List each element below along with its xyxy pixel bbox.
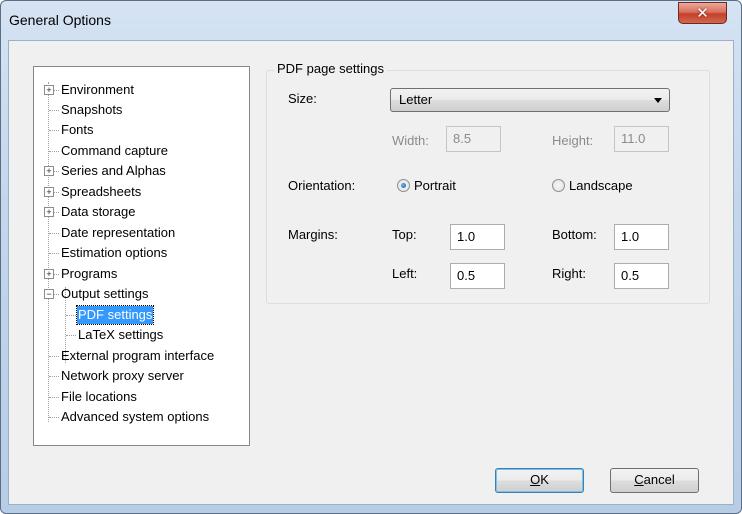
width-label: Width: bbox=[392, 133, 429, 148]
tree-connector-line bbox=[66, 335, 76, 336]
portrait-radio[interactable] bbox=[397, 179, 410, 192]
top-margin-label: Top: bbox=[392, 227, 417, 242]
tree-item-fonts[interactable]: Fonts bbox=[61, 121, 94, 139]
tree-item-date-representation[interactable]: Date representation bbox=[61, 224, 175, 242]
dialog-window: General Options ✕ + + + + + − Environmen… bbox=[0, 0, 742, 514]
height-label: Height: bbox=[552, 133, 594, 148]
ok-button[interactable]: OK bbox=[495, 468, 584, 493]
expand-icon[interactable]: + bbox=[44, 269, 54, 279]
tree-item-series-and-alphas[interactable]: Series and Alphas bbox=[61, 162, 166, 180]
expand-icon[interactable]: + bbox=[44, 187, 54, 197]
tree-item-data-storage[interactable]: Data storage bbox=[61, 203, 135, 221]
close-icon: ✕ bbox=[696, 4, 709, 22]
window-title: General Options bbox=[9, 12, 111, 28]
tree-item-output-settings[interactable]: Output settings bbox=[61, 285, 148, 303]
dialog-client-area: + + + + + − Environment Snapshots Fonts … bbox=[8, 40, 734, 505]
expand-icon[interactable]: + bbox=[44, 207, 54, 217]
tree-connector-line bbox=[49, 253, 59, 254]
tree-connector-line bbox=[49, 130, 59, 131]
tree-connector-line bbox=[49, 397, 59, 398]
cancel-label: ancel bbox=[643, 472, 675, 487]
tree-connector-line bbox=[49, 376, 59, 377]
left-margin-field[interactable]: 0.5 bbox=[450, 263, 505, 289]
collapse-icon[interactable]: − bbox=[44, 289, 54, 299]
bottom-margin-label: Bottom: bbox=[552, 227, 597, 242]
tree-item-file-locations[interactable]: File locations bbox=[61, 388, 137, 406]
options-tree[interactable]: + + + + + − Environment Snapshots Fonts … bbox=[33, 66, 250, 446]
right-margin-field[interactable]: 0.5 bbox=[614, 263, 669, 289]
tree-item-environment[interactable]: Environment bbox=[61, 81, 134, 99]
left-margin-label: Left: bbox=[392, 266, 418, 281]
orientation-label: Orientation: bbox=[288, 178, 356, 193]
size-label: Size: bbox=[288, 91, 317, 106]
cancel-mnemonic: C bbox=[634, 472, 644, 487]
tree-item-programs[interactable]: Programs bbox=[61, 265, 117, 283]
portrait-label[interactable]: Portrait bbox=[414, 178, 456, 193]
tree-connector-line bbox=[49, 417, 59, 418]
tree-item-latex-settings[interactable]: LaTeX settings bbox=[78, 326, 163, 344]
chevron-down-icon bbox=[654, 98, 662, 103]
tree-connector-line bbox=[49, 151, 59, 152]
tree-item-pdf-settings[interactable]: PDF settings bbox=[75, 305, 155, 325]
page-size-dropdown[interactable]: Letter bbox=[390, 88, 670, 112]
tree-connector-line bbox=[49, 233, 59, 234]
tree-item-network-proxy-server[interactable]: Network proxy server bbox=[61, 367, 184, 385]
tree-item-spreadsheets[interactable]: Spreadsheets bbox=[61, 183, 141, 201]
right-margin-label: Right: bbox=[552, 266, 586, 281]
width-field[interactable]: 8.5 bbox=[446, 126, 501, 152]
landscape-radio[interactable] bbox=[552, 179, 565, 192]
title-bar[interactable]: General Options ✕ bbox=[1, 1, 741, 41]
group-title: PDF page settings bbox=[274, 61, 387, 76]
tree-item-advanced-system-options[interactable]: Advanced system options bbox=[61, 408, 209, 426]
page-size-value: Letter bbox=[399, 92, 433, 107]
tree-item-estimation-options[interactable]: Estimation options bbox=[61, 244, 167, 262]
tree-connector-line bbox=[49, 110, 59, 111]
tree-item-command-capture[interactable]: Command capture bbox=[61, 142, 168, 160]
bottom-margin-field[interactable]: 1.0 bbox=[614, 224, 669, 250]
tree-connector-line bbox=[66, 315, 76, 316]
cancel-button[interactable]: Cancel bbox=[610, 468, 699, 493]
tree-connector-line bbox=[48, 82, 49, 422]
expand-icon[interactable]: + bbox=[44, 166, 54, 176]
tree-item-snapshots[interactable]: Snapshots bbox=[61, 101, 122, 119]
expand-icon[interactable]: + bbox=[44, 85, 54, 95]
tree-connector-line bbox=[49, 356, 59, 357]
top-margin-field[interactable]: 1.0 bbox=[450, 224, 505, 250]
height-field[interactable]: 11.0 bbox=[614, 126, 669, 152]
landscape-label[interactable]: Landscape bbox=[569, 178, 633, 193]
ok-mnemonic: O bbox=[530, 472, 541, 487]
margins-label: Margins: bbox=[288, 227, 338, 242]
close-button[interactable]: ✕ bbox=[678, 2, 727, 24]
ok-label: K bbox=[540, 472, 549, 487]
tree-item-external-program-interface[interactable]: External program interface bbox=[61, 347, 214, 365]
